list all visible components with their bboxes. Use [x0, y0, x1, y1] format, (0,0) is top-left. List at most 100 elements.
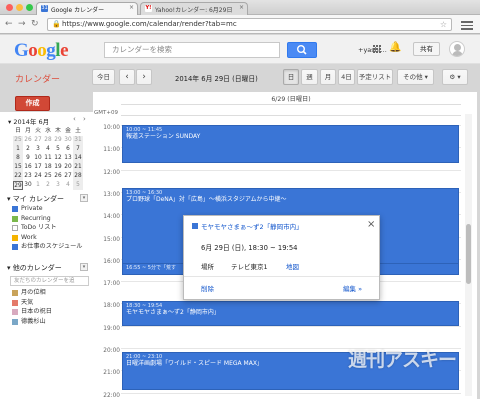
- calendar-item[interactable]: Work: [12, 234, 37, 242]
- mini-calendar-day[interactable]: 15: [13, 163, 23, 172]
- mini-calendar-day[interactable]: 4: [43, 145, 53, 154]
- mini-calendar-day[interactable]: 30: [63, 136, 73, 145]
- mini-calendar-day[interactable]: 13: [63, 154, 73, 163]
- mini-calendar-day[interactable]: 4: [63, 181, 73, 190]
- calendar-item[interactable]: ToDo リスト: [12, 224, 57, 232]
- google-logo[interactable]: Google: [14, 40, 68, 62]
- bookmark-star-icon[interactable]: ☆: [440, 19, 447, 30]
- mini-calendar-day[interactable]: 5: [73, 181, 83, 190]
- minimize-window-icon[interactable]: [16, 4, 23, 11]
- mini-calendar-day[interactable]: 30: [23, 181, 33, 190]
- mini-calendar-day[interactable]: 14: [73, 154, 83, 163]
- notification-bell-icon[interactable]: 🔔: [389, 42, 401, 53]
- view-month-button[interactable]: 月: [320, 69, 336, 85]
- close-icon[interactable]: ×: [367, 219, 375, 230]
- mini-calendar-day[interactable]: 2: [23, 145, 33, 154]
- mini-calendar-day[interactable]: 18: [43, 163, 53, 172]
- calendar-item[interactable]: 月の位相: [12, 289, 46, 297]
- view-week-button[interactable]: 週: [301, 69, 318, 85]
- mini-calendar-day[interactable]: 3: [33, 145, 43, 154]
- close-tab-icon[interactable]: ×: [129, 4, 134, 11]
- mini-calendar-day[interactable]: 26: [53, 172, 63, 181]
- mini-calendar-day[interactable]: 27: [33, 136, 43, 145]
- mini-calendar-day[interactable]: 25: [13, 136, 23, 145]
- mini-next-icon[interactable]: ›: [83, 115, 86, 123]
- calendar-item[interactable]: お仕事のスケジュール: [12, 243, 82, 251]
- search-button[interactable]: [287, 42, 317, 58]
- today-button[interactable]: 今日: [92, 69, 115, 85]
- calendar-item[interactable]: 天気: [12, 299, 33, 307]
- share-button[interactable]: 共有: [413, 42, 440, 56]
- mini-calendar-day[interactable]: 28: [43, 136, 53, 145]
- close-tab-icon[interactable]: ×: [239, 4, 244, 11]
- popup-map-link[interactable]: 地図: [286, 261, 299, 271]
- popup-event-title[interactable]: モヤモヤさまぁ～ず2「静岡市内」: [201, 221, 303, 231]
- apps-grid-icon[interactable]: [373, 45, 381, 53]
- calendar-item[interactable]: Recurring: [12, 215, 51, 223]
- view-agenda-button[interactable]: 予定リスト: [357, 69, 393, 85]
- create-button[interactable]: 作成: [15, 96, 50, 111]
- mini-calendar-day[interactable]: 25: [43, 172, 53, 181]
- mini-calendar-day[interactable]: 17: [33, 163, 43, 172]
- other-calendars-title[interactable]: ▾ 他のカレンダー: [7, 263, 62, 273]
- mini-calendar-day[interactable]: 16: [23, 163, 33, 172]
- mini-calendar-day[interactable]: 8: [13, 154, 23, 163]
- mini-calendar-day[interactable]: 10: [33, 154, 43, 163]
- popup-edit-link[interactable]: 編集 »: [343, 283, 362, 293]
- mini-calendar-day[interactable]: 26: [23, 136, 33, 145]
- calendar-item[interactable]: 日本の祝日: [12, 308, 52, 316]
- address-bar[interactable]: 🔒 https://www.google.com/calendar/render…: [47, 18, 452, 31]
- tab-google-calendar[interactable]: 31 Google カレンダー ×: [36, 2, 138, 15]
- more-menu-button[interactable]: その他 ▾: [397, 69, 434, 85]
- other-calendars-dropdown-icon[interactable]: ▾: [80, 263, 88, 271]
- calendar-item[interactable]: Private: [12, 205, 43, 213]
- calendar-item[interactable]: 德義杉山: [12, 318, 46, 326]
- mini-calendar-day[interactable]: 6: [63, 145, 73, 154]
- close-window-icon[interactable]: [6, 4, 13, 11]
- back-icon[interactable]: ←: [5, 18, 13, 30]
- mini-calendar-day[interactable]: 29: [53, 136, 63, 145]
- search-input[interactable]: カレンダーを検索: [104, 42, 280, 58]
- mini-calendar-day[interactable]: 1: [33, 181, 43, 190]
- mini-calendar-day[interactable]: 1: [13, 145, 23, 154]
- next-button[interactable]: ›: [136, 69, 152, 85]
- mini-calendar-day[interactable]: 29: [13, 181, 23, 190]
- scrollbar-thumb[interactable]: [466, 224, 471, 284]
- mini-calendar-day[interactable]: 24: [33, 172, 43, 181]
- mini-calendar-day[interactable]: 12: [53, 154, 63, 163]
- calendar-favicon-icon: 31: [41, 5, 48, 12]
- reload-icon[interactable]: ↻: [31, 18, 39, 30]
- view-day-button[interactable]: 日: [283, 69, 299, 85]
- mini-calendar-day[interactable]: 9: [23, 154, 33, 163]
- all-day-row[interactable]: [121, 104, 461, 116]
- friend-calendar-input[interactable]: 友だちのカレンダーを追: [10, 276, 89, 286]
- calendar-event[interactable]: 18:30 ~ 19:54 モヤモヤさまぁ～ず2「静岡市内」: [122, 301, 459, 326]
- calendar-event[interactable]: 10:00 ~ 11:45 報道ステーション SUNDAY: [122, 125, 459, 163]
- mini-calendar-day[interactable]: 28: [73, 172, 83, 181]
- mini-calendar-day[interactable]: 5: [53, 145, 63, 154]
- forward-icon[interactable]: →: [18, 18, 26, 30]
- view-4day-button[interactable]: 4日: [338, 69, 355, 85]
- mini-calendar-day[interactable]: 11: [43, 154, 53, 163]
- my-calendars-dropdown-icon[interactable]: ▾: [80, 194, 88, 202]
- mini-calendar-day[interactable]: 2: [43, 181, 53, 190]
- mini-prev-icon[interactable]: ‹: [73, 115, 76, 123]
- mini-calendar-day[interactable]: 23: [23, 172, 33, 181]
- browser-menu-icon[interactable]: [461, 19, 473, 30]
- zoom-window-icon[interactable]: [26, 4, 33, 11]
- prev-button[interactable]: ‹: [119, 69, 135, 85]
- mini-calendar-day[interactable]: 20: [63, 163, 73, 172]
- mini-calendar-day[interactable]: 21: [73, 163, 83, 172]
- popup-delete-link[interactable]: 削除: [201, 283, 214, 293]
- mini-calendar-day[interactable]: 31: [73, 136, 83, 145]
- mini-calendar-day[interactable]: 19: [53, 163, 63, 172]
- grid-scrollbar[interactable]: [465, 114, 472, 396]
- mini-calendar-day[interactable]: 7: [73, 145, 83, 154]
- avatar[interactable]: [449, 41, 465, 57]
- tab-yahoo-calendar[interactable]: Y! Yahoo!カレンダー: 6月29日 ×: [140, 2, 248, 15]
- mini-calendar-day[interactable]: 22: [13, 172, 23, 181]
- my-calendars-title[interactable]: ▾ マイ カレンダー: [7, 194, 64, 204]
- settings-button[interactable]: ⚙ ▾: [442, 69, 468, 85]
- mini-calendar-day[interactable]: 3: [53, 181, 63, 190]
- mini-calendar-day[interactable]: 27: [63, 172, 73, 181]
